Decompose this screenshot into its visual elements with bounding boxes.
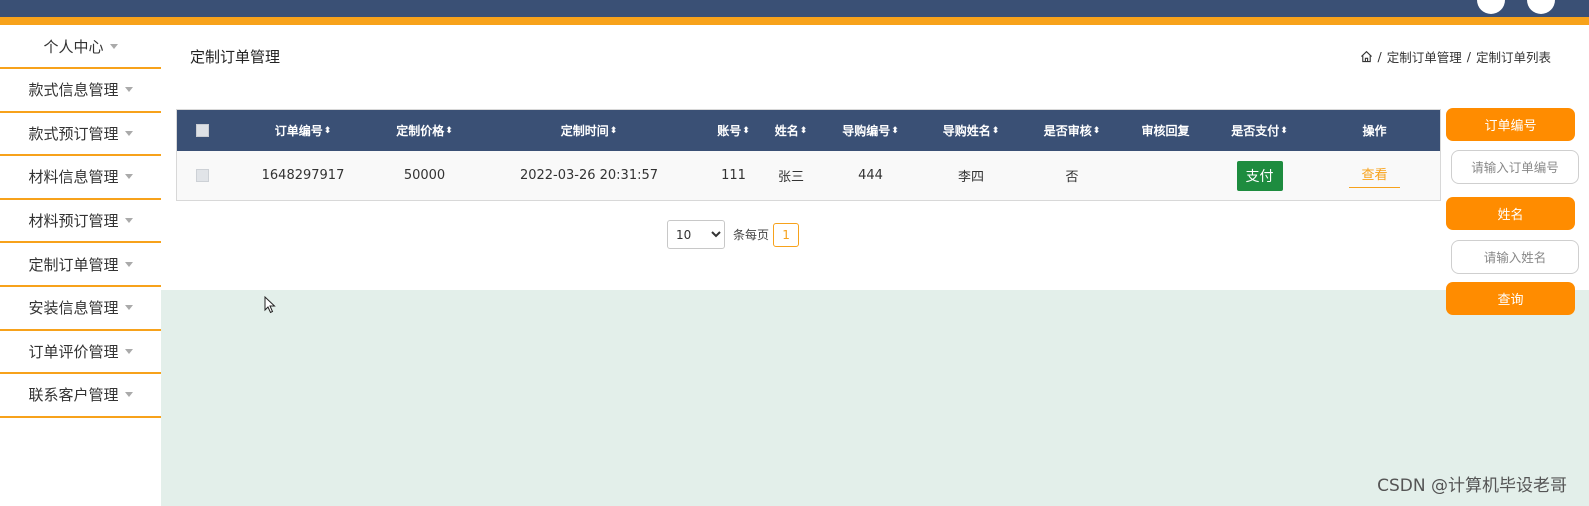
page-title: 定制订单管理 — [190, 48, 281, 66]
sidebar-item-personal-center[interactable]: 个人中心 — [0, 25, 161, 69]
home-icon[interactable] — [1360, 50, 1373, 63]
sidebar-item-label: 定制订单管理 — [28, 255, 119, 274]
cell-price: 50000 — [403, 168, 446, 183]
breadcrumb-separator: / — [1466, 49, 1471, 64]
sort-icon: ⬍ — [799, 125, 808, 136]
page-size-select[interactable]: 10 — [667, 220, 725, 249]
sort-icon: ⬍ — [1092, 125, 1101, 136]
header-avatar-icon[interactable] — [1477, 0, 1505, 14]
column-price[interactable]: 定制价格 ⬍ — [378, 122, 471, 139]
sort-icon: ⬍ — [742, 125, 750, 136]
row-checkbox[interactable] — [196, 169, 209, 182]
orders-table: 订单编号 ⬍ 定制价格 ⬍ 定制时间 ⬍ 账号 ⬍ 姓名 ⬍ 导购编号 ⬍ 导购姓名 ⬍ 是否… — [176, 109, 1441, 201]
filter-order-no-label-wrap: 订单编号 — [1446, 108, 1575, 141]
row-select-cell — [177, 169, 228, 182]
top-header-bar — [0, 0, 1589, 17]
select-all-cell — [177, 124, 228, 137]
column-guide-no[interactable]: 导购编号 ⬍ — [822, 122, 919, 139]
sidebar-item-label: 款式预订管理 — [28, 124, 119, 143]
cell-time: 2022-03-26 20:31:57 — [519, 168, 659, 183]
breadcrumb-item-list: 定制订单列表 — [1475, 50, 1551, 65]
sort-icon: ⬍ — [891, 125, 899, 136]
sidebar-item-label: 个人中心 — [43, 37, 104, 56]
sort-icon: ⬍ — [991, 125, 1000, 136]
column-guide-name[interactable]: 导购姓名 ⬍ — [919, 122, 1023, 139]
sidebar-item-style-info[interactable]: 款式信息管理 — [0, 69, 161, 113]
column-actions: 操作 — [1362, 124, 1387, 138]
view-button[interactable]: 查看 — [1349, 164, 1400, 188]
sort-icon: ⬍ — [323, 125, 332, 136]
caret-down-icon — [124, 130, 133, 136]
content-background — [161, 290, 1589, 506]
caret-down-icon — [124, 305, 133, 311]
sidebar-item-label: 材料预订管理 — [28, 212, 119, 231]
sort-icon: ⬍ — [609, 125, 618, 136]
filter-order-no-input-wrap — [1451, 150, 1580, 184]
breadcrumb: / 定制订单管理 / 定制订单列表 — [1360, 47, 1551, 66]
filter-search-wrap: 查询 — [1446, 282, 1575, 315]
sidebar-item-custom-orders[interactable]: 定制订单管理 — [0, 243, 161, 287]
header-user-icon[interactable] — [1527, 0, 1555, 14]
sidebar-item-style-booking[interactable]: 款式预订管理 — [0, 113, 161, 157]
sidebar-item-label: 联系客户管理 — [28, 386, 119, 405]
sidebar-item-material-booking[interactable]: 材料预订管理 — [0, 200, 161, 244]
name-filter-label: 姓名 — [1446, 197, 1575, 230]
mouse-pointer-icon — [264, 296, 276, 314]
cell-guide-name: 李四 — [957, 170, 984, 185]
column-account[interactable]: 账号 ⬍ — [707, 122, 760, 139]
breadcrumb-separator: / — [1377, 49, 1382, 64]
breadcrumb-item-orders[interactable]: 定制订单管理 — [1387, 47, 1462, 66]
caret-down-icon — [109, 43, 118, 49]
page-number-current[interactable]: 1 — [773, 222, 800, 247]
per-page-label: 条每页 — [733, 228, 770, 242]
pagination: 10 条每页 1 — [667, 220, 800, 249]
column-time[interactable]: 定制时间 ⬍ — [471, 122, 707, 139]
column-name[interactable]: 姓名 ⬍ — [760, 122, 822, 139]
sidebar-item-install-info[interactable]: 安装信息管理 — [0, 287, 161, 331]
order-no-filter-label: 订单编号 — [1446, 108, 1575, 141]
sidebar-item-customer-contact[interactable]: 联系客户管理 — [0, 374, 161, 418]
sidebar: 个人中心 款式信息管理 款式预订管理 材料信息管理 材料预订管理 定制订单管理 … — [0, 25, 161, 506]
name-input[interactable] — [1451, 240, 1579, 274]
sidebar-item-label: 材料信息管理 — [28, 168, 119, 187]
caret-down-icon — [124, 392, 133, 398]
watermark: CSDN @计算机毕设老哥 — [1377, 476, 1567, 496]
column-reply: 审核回复 — [1141, 124, 1190, 138]
select-all-checkbox[interactable] — [196, 124, 209, 137]
caret-down-icon — [124, 87, 133, 93]
caret-down-icon — [124, 174, 133, 180]
sidebar-item-label: 订单评价管理 — [28, 342, 119, 361]
filter-name-label-wrap: 姓名 — [1446, 197, 1575, 230]
cell-name: 张三 — [777, 170, 804, 185]
cell-guide-no: 444 — [858, 168, 883, 183]
cell-account: 111 — [721, 168, 746, 183]
pay-button[interactable]: 支付 — [1236, 160, 1283, 191]
sidebar-item-label: 安装信息管理 — [28, 299, 119, 318]
sidebar-item-material-info[interactable]: 材料信息管理 — [0, 156, 161, 200]
sidebar-item-order-reviews[interactable]: 订单评价管理 — [0, 331, 161, 375]
column-audited[interactable]: 是否审核 ⬍ — [1023, 122, 1121, 139]
caret-down-icon — [124, 261, 133, 267]
cell-audited: 否 — [1065, 170, 1079, 185]
column-order-no[interactable]: 订单编号 ⬍ — [228, 122, 378, 139]
table-row: 1648297917 50000 2022-03-26 20:31:57 111… — [177, 151, 1440, 200]
caret-down-icon — [124, 348, 133, 354]
cell-paid: 支付 — [1210, 160, 1309, 191]
order-no-input[interactable] — [1451, 150, 1579, 184]
search-button[interactable]: 查询 — [1446, 282, 1575, 315]
column-paid[interactable]: 是否支付 ⬍ — [1210, 122, 1309, 139]
cell-actions: 查看 — [1309, 164, 1440, 188]
caret-down-icon — [124, 218, 133, 224]
sort-icon: ⬍ — [445, 125, 453, 136]
filter-name-input-wrap — [1451, 240, 1580, 274]
cell-order-no: 1648297917 — [261, 168, 345, 183]
header-accent-stripe — [0, 17, 1589, 25]
table-header: 订单编号 ⬍ 定制价格 ⬍ 定制时间 ⬍ 账号 ⬍ 姓名 ⬍ 导购编号 ⬍ 导购姓名 ⬍ 是否… — [177, 110, 1440, 151]
sort-icon: ⬍ — [1280, 125, 1288, 136]
sidebar-item-label: 款式信息管理 — [28, 81, 119, 100]
